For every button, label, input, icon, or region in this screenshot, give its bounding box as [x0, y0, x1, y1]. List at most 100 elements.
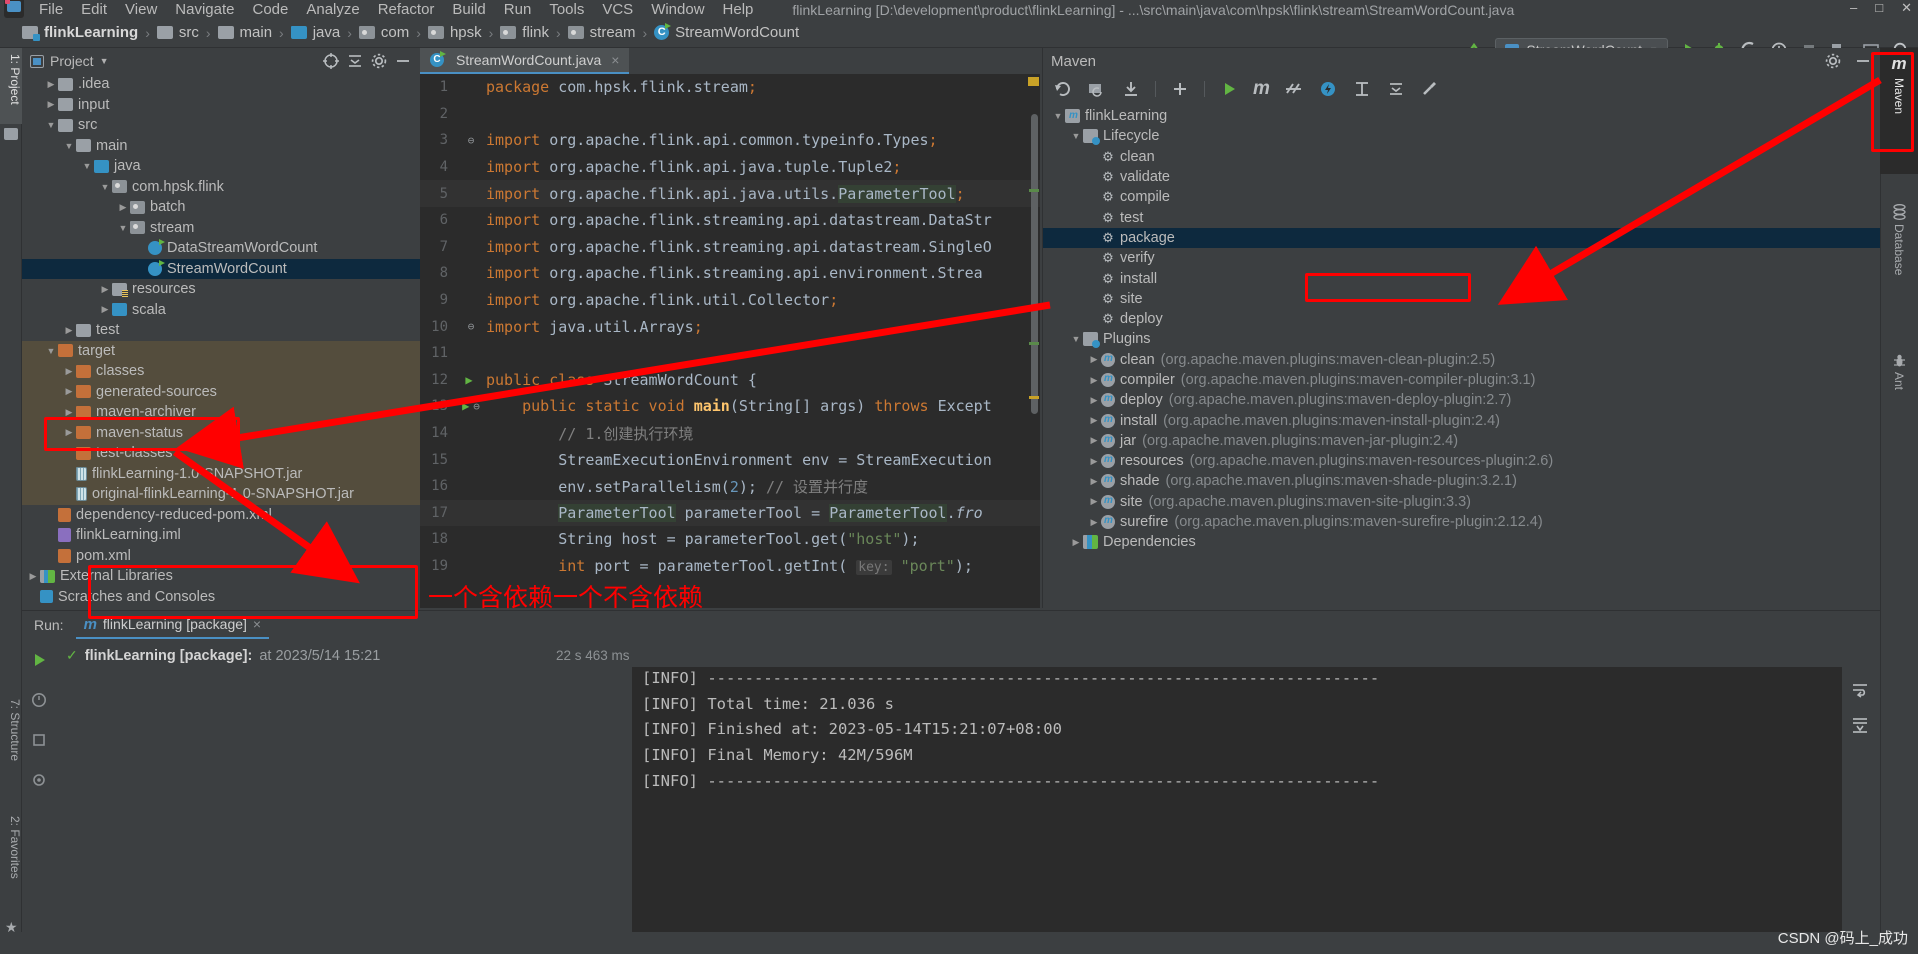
menu-vcs[interactable]: VCS: [593, 1, 642, 18]
toggle-skip-tests-icon[interactable]: [1284, 79, 1304, 99]
collapse-all-icon[interactable]: [346, 52, 364, 70]
sidebar-item-favorites[interactable]: 2: Favorites: [0, 810, 22, 910]
tree-row[interactable]: ▶ generated-sources: [22, 381, 420, 402]
gear-icon[interactable]: [1824, 52, 1842, 70]
maven-tree-row[interactable]: ⚙ install: [1043, 268, 1881, 288]
chevron-right-icon[interactable]: ▶: [1087, 517, 1101, 528]
code-line[interactable]: 10 ⊖ import java.util.Arrays;: [420, 313, 1040, 340]
chevron-right-icon[interactable]: ▶: [1087, 435, 1101, 446]
sidebar-item-structure[interactable]: 7: Structure: [0, 693, 22, 785]
code-line[interactable]: 17 ParameterTool parameterTool = Paramet…: [420, 499, 1040, 527]
chevron-right-icon[interactable]: ▶: [1069, 537, 1083, 548]
chevron-down-icon[interactable]: ▼: [98, 182, 112, 192]
tree-row[interactable]: ▶ External Libraries: [22, 566, 420, 587]
code-line[interactable]: 1 package com.hpsk.flink.stream;: [420, 74, 1040, 101]
tree-row[interactable]: StreamWordCount: [22, 258, 420, 279]
breadcrumb-item-com[interactable]: com: [358, 24, 409, 41]
chevron-down-icon[interactable]: ▼: [1069, 131, 1083, 141]
offline-mode-icon[interactable]: [1318, 79, 1338, 99]
chevron-down-icon[interactable]: ▼: [116, 223, 130, 233]
maven-tree-row[interactable]: ▶ compiler (org.apache.maven.plugins:maven…: [1043, 370, 1881, 390]
filter-icon[interactable]: [30, 771, 48, 789]
tree-row[interactable]: ▶ .idea: [22, 74, 420, 95]
maven-tree-row[interactable]: ▼ Lifecycle: [1043, 126, 1881, 146]
maven-tree-row[interactable]: ⚙ deploy: [1043, 309, 1881, 329]
maven-tree-row[interactable]: ▶ Dependencies: [1043, 532, 1881, 552]
chevron-down-icon[interactable]: ▼: [1051, 111, 1065, 121]
chevron-right-icon[interactable]: ▶: [1087, 496, 1101, 507]
code-line[interactable]: 12 ▶ public class StreamWordCount {: [420, 367, 1040, 394]
download-sources-icon[interactable]: [1121, 79, 1141, 99]
chevron-right-icon[interactable]: ▶: [1087, 395, 1101, 406]
chevron-down-icon[interactable]: ▼: [1069, 334, 1083, 344]
run-gutter-icon[interactable]: ▶ ⊖: [456, 399, 486, 413]
rerun-icon[interactable]: [30, 651, 48, 669]
menu-window[interactable]: Window: [642, 1, 713, 18]
chevron-down-icon[interactable]: ▼: [62, 141, 76, 151]
maven-tree-row[interactable]: ▶ deploy (org.apache.maven.plugins:maven-d…: [1043, 390, 1881, 410]
menu-edit[interactable]: Edit: [72, 1, 116, 18]
code-line[interactable]: 5 import org.apache.flink.api.java.utils.…: [420, 180, 1040, 207]
code-line[interactable]: 6 import org.apache.flink.streaming.api.d…: [420, 207, 1040, 234]
sidebar-item-maven[interactable]: m Maven: [1880, 48, 1918, 174]
maven-tree-row[interactable]: ⚙ clean: [1043, 147, 1881, 167]
tree-row[interactable]: Scratches and Consoles: [22, 587, 420, 608]
hide-icon[interactable]: [1854, 52, 1872, 70]
chevron-right-icon[interactable]: ▶: [44, 79, 58, 90]
menu-refactor[interactable]: Refactor: [369, 1, 444, 18]
maven-tree-row[interactable]: ▶ surefire (org.apache.maven.plugins:maven…: [1043, 512, 1881, 532]
maven-tree-row[interactable]: ⚙ verify: [1043, 248, 1881, 268]
toggle-tasks-icon[interactable]: [30, 691, 48, 709]
change-marker[interactable]: [1029, 189, 1039, 192]
gear-icon[interactable]: [370, 52, 388, 70]
locate-icon[interactable]: [322, 52, 340, 70]
chevron-right-icon[interactable]: ▶: [62, 325, 76, 336]
breadcrumb-item-src[interactable]: src: [156, 24, 199, 41]
menu-help[interactable]: Help: [714, 1, 763, 18]
chevron-right-icon[interactable]: ▶: [1087, 354, 1101, 365]
code-line[interactable]: 11: [420, 340, 1040, 367]
chevron-right-icon[interactable]: ▶: [26, 571, 40, 582]
menu-navigate[interactable]: Navigate: [166, 1, 243, 18]
code-line[interactable]: 8 import org.apache.flink.streaming.api.e…: [420, 260, 1040, 287]
tree-row[interactable]: ▼ stream: [22, 218, 420, 239]
menu-tools[interactable]: Tools: [540, 1, 593, 18]
wrench-icon[interactable]: [1420, 79, 1440, 99]
tree-row[interactable]: ▼ main: [22, 136, 420, 157]
run-result-row[interactable]: ✓ flinkLearning [package]: at 2023/5/14 …: [56, 647, 632, 664]
add-icon[interactable]: [1170, 79, 1190, 99]
breadcrumb-item-hpsk[interactable]: hpsk: [427, 24, 482, 41]
chevron-right-icon[interactable]: ▶: [1087, 476, 1101, 487]
chevron-right-icon[interactable]: ▶: [44, 99, 58, 110]
collapse-all-icon[interactable]: [1386, 79, 1406, 99]
code-line[interactable]: 3 ⊖ import org.apache.flink.api.common.typ…: [420, 127, 1040, 154]
chevron-right-icon[interactable]: ▶: [62, 386, 76, 397]
minimize-icon[interactable]: –: [1850, 0, 1857, 16]
code-line[interactable]: 7 import org.apache.flink.streaming.api.d…: [420, 234, 1040, 261]
sidebar-item-project[interactable]: 1: Project: [0, 48, 22, 124]
show-dependencies-icon[interactable]: [1352, 79, 1372, 99]
breadcrumb-item-project[interactable]: flinkLearning: [22, 24, 138, 41]
menu-file[interactable]: File: [30, 1, 72, 18]
maven-tree-row[interactable]: ▶ site (org.apache.maven.plugins:maven-sit…: [1043, 492, 1881, 512]
code-editor[interactable]: 1 package com.hpsk.flink.stream; 2 3 ⊖ import…: [420, 74, 1040, 608]
tab-stream-word-count[interactable]: C StreamWordCount.java ×: [420, 48, 630, 74]
code-line[interactable]: 4 import org.apache.flink.api.java.tuple.…: [420, 154, 1040, 181]
chevron-right-icon[interactable]: ▶: [62, 407, 76, 418]
run-console-output[interactable]: [INFO] ---------------------------------…: [632, 667, 1842, 954]
warning-marker[interactable]: [1028, 77, 1039, 86]
tree-row[interactable]: ▶ resources: [22, 279, 420, 300]
chevron-down-icon[interactable]: ▼: [44, 346, 58, 356]
reimport-icon[interactable]: [1053, 79, 1073, 99]
breadcrumb-item-stream[interactable]: stream: [567, 24, 636, 41]
sidebar-item-database[interactable]: Database: [1880, 198, 1918, 328]
breadcrumb-item-main[interactable]: main: [217, 24, 272, 41]
chevron-right-icon[interactable]: ▶: [98, 304, 112, 315]
scroll-to-end-icon[interactable]: [1851, 716, 1869, 734]
run-icon[interactable]: [1219, 79, 1239, 99]
tree-row[interactable]: ▼ src: [22, 115, 420, 136]
maven-tree[interactable]: ▼flinkLearning▼Lifecycle⚙clean⚙validate⚙…: [1043, 106, 1881, 608]
menu-run[interactable]: Run: [495, 1, 541, 18]
chevron-right-icon[interactable]: ▶: [1087, 415, 1101, 426]
maven-tree-row[interactable]: ⚙ site: [1043, 289, 1881, 309]
